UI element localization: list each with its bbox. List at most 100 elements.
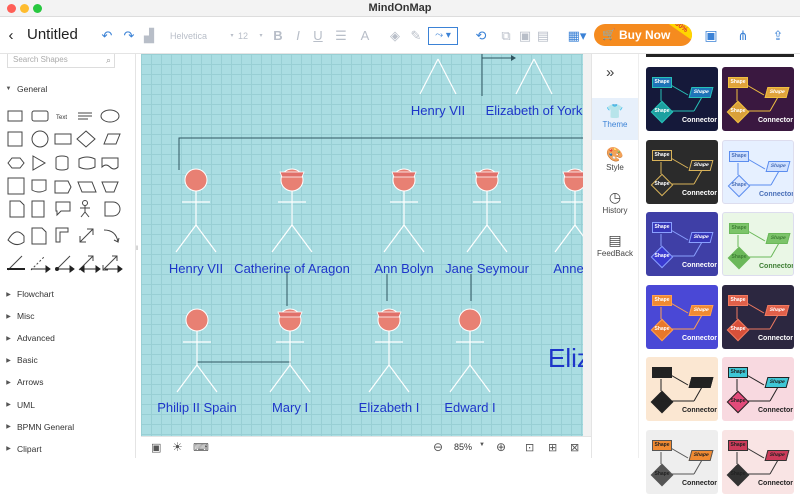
- undo-button[interactable]: ↶: [98, 17, 116, 54]
- person-figure[interactable]: [449, 308, 491, 393]
- shape-manual-input[interactable]: [77, 181, 97, 193]
- zoom-in-button[interactable]: ⊕: [496, 440, 506, 454]
- zoom-out-button[interactable]: ⊖: [433, 440, 443, 454]
- person-figure[interactable]: [383, 168, 425, 253]
- person-label[interactable]: Mary I: [272, 400, 308, 415]
- underline-button[interactable]: U: [310, 17, 326, 54]
- person-figure[interactable]: [419, 58, 457, 95]
- shape-multi-document[interactable]: [31, 179, 47, 193]
- person-figure[interactable]: [175, 168, 217, 253]
- theme-thumbnail[interactable]: Shape Shape Shape Connector: [646, 212, 718, 276]
- shape-triangle[interactable]: [32, 155, 46, 171]
- person-figure[interactable]: [271, 168, 313, 253]
- fill-color-button[interactable]: ◈: [386, 17, 404, 54]
- general-shape-grid[interactable]: Text: [0, 106, 130, 278]
- zoom-dropdown-icon[interactable]: ▼: [479, 442, 485, 448]
- group-button[interactable]: ▣: [518, 17, 532, 54]
- shape-arrow-right[interactable]: [31, 265, 51, 273]
- person-label[interactable]: Philip II Spain: [157, 400, 237, 415]
- shape-curly-bracket[interactable]: [7, 231, 25, 246]
- theme-thumbnail[interactable]: Shape Shape Shape Connector: [722, 429, 794, 494]
- person-label[interactable]: Henry VII: [169, 261, 223, 276]
- shape-note[interactable]: [9, 200, 25, 218]
- document-title[interactable]: Untitled: [27, 26, 78, 43]
- theme-thumbnail[interactable]: Shape Shape Shape Connector: [646, 139, 718, 204]
- tab-feedback[interactable]: ▤ FeedBack: [592, 227, 638, 269]
- person-figure[interactable]: [466, 168, 508, 253]
- shape-corner[interactable]: [55, 227, 69, 243]
- close-window-button[interactable]: [7, 4, 16, 13]
- person-label[interactable]: Ann Bolyn: [374, 261, 433, 276]
- tab-theme[interactable]: 👕 Theme: [592, 98, 638, 140]
- category-clipart[interactable]: ▶ Clipart: [0, 441, 41, 457]
- category-basic[interactable]: ▶ Basic: [0, 352, 38, 368]
- theme-thumbnail[interactable]: Shape Shape Shape Connector: [722, 212, 794, 276]
- connector-shape-row[interactable]: [0, 263, 130, 275]
- buy-now-button[interactable]: 🛒 Buy Now -60%: [594, 24, 692, 46]
- page-view-icon[interactable]: ▣: [151, 441, 161, 454]
- person-label[interactable]: Elizabeth I: [359, 400, 420, 415]
- person-label[interactable]: Edward I: [444, 400, 495, 415]
- font-family-select[interactable]: Helvetica: [170, 17, 220, 54]
- shape-double-headed-arrow[interactable]: [79, 265, 101, 273]
- shape-cylinder[interactable]: [55, 155, 69, 171]
- fit-page-icon[interactable]: ⊡: [525, 441, 534, 454]
- theme-thumbnail-partial[interactable]: [646, 54, 794, 57]
- theme-thumbnail[interactable]: Shape Shape Shape Connector: [646, 284, 718, 349]
- lock-button[interactable]: ▤: [535, 17, 551, 54]
- category-bpmn-general[interactable]: ▶ BPMN General: [0, 419, 74, 435]
- shape-actor[interactable]: [80, 200, 90, 218]
- shape-hexagon[interactable]: [7, 157, 25, 169]
- fit-width-icon[interactable]: ⊞: [548, 441, 557, 454]
- format-painter-button[interactable]: ▟: [141, 17, 157, 54]
- shape-process[interactable]: [54, 133, 72, 145]
- connector-style-button[interactable]: ⤳ ▾: [427, 17, 459, 54]
- shape-step[interactable]: [54, 180, 72, 194]
- shape-internal-storage[interactable]: [7, 177, 25, 195]
- sun-icon[interactable]: ☀: [172, 440, 183, 454]
- diagram-canvas[interactable]: Henry VII Elizabeth of York Henry VII Cathe…: [141, 54, 583, 436]
- connector-line[interactable]: [481, 54, 511, 96]
- shape-ellipse[interactable]: [100, 109, 120, 123]
- shape-document[interactable]: [101, 157, 119, 170]
- text-color-button[interactable]: A: [356, 17, 374, 54]
- theme-thumbnail[interactable]: Shape Shape Shape Connector: [646, 357, 718, 421]
- person-figure[interactable]: [515, 58, 553, 95]
- shape-card[interactable]: [31, 200, 45, 218]
- font-size-dropdown[interactable]: ▾: [256, 17, 266, 54]
- bold-button[interactable]: B: [270, 17, 286, 54]
- redo-button[interactable]: ↷: [120, 17, 138, 54]
- shape-page[interactable]: [31, 227, 47, 245]
- shape-open-arrow[interactable]: [105, 265, 123, 273]
- theme-thumbnail[interactable]: Shape Shape Shape Connector: [722, 357, 794, 421]
- category-uml[interactable]: ▶ UML: [0, 397, 35, 413]
- section-general[interactable]: ▼ General: [0, 81, 48, 97]
- table-button[interactable]: ▦▾: [566, 17, 588, 54]
- person-label[interactable]: Elizabeth of York: [486, 103, 583, 118]
- person-figure[interactable]: [554, 168, 583, 253]
- line-color-button[interactable]: ✎: [407, 17, 425, 54]
- tab-history[interactable]: ◷ History: [592, 184, 638, 226]
- connector-line[interactable]: [178, 137, 583, 170]
- category-advanced[interactable]: ▶ Advanced: [0, 330, 55, 346]
- person-figure[interactable]: [269, 308, 311, 393]
- person-figure[interactable]: [368, 308, 410, 393]
- zoom-window-button[interactable]: [33, 4, 42, 13]
- export-button[interactable]: ⇪: [770, 17, 786, 54]
- category-arrows[interactable]: ▶ Arrows: [0, 374, 43, 390]
- share-button[interactable]: ⋔: [735, 17, 751, 54]
- shape-rectangle[interactable]: [7, 110, 23, 122]
- shape-rounded-rectangle[interactable]: [31, 110, 49, 122]
- zoom-level[interactable]: 85%: [454, 442, 472, 452]
- shape-tape[interactable]: [78, 156, 96, 170]
- theme-thumbnail[interactable]: Shape Shape Shape Connector: [646, 67, 718, 131]
- large-text-fragment[interactable]: Eliz: [548, 343, 583, 374]
- collapse-panel-button[interactable]: »: [606, 64, 614, 81]
- fullscreen-icon[interactable]: ⊠: [570, 441, 579, 454]
- font-size-select[interactable]: 12: [230, 17, 256, 54]
- shape-square[interactable]: [7, 131, 23, 147]
- shape-circle[interactable]: [31, 130, 49, 148]
- shape-diamond[interactable]: [76, 130, 96, 148]
- category-flowchart[interactable]: ▶ Flowchart: [0, 286, 54, 302]
- person-figure[interactable]: [176, 308, 218, 393]
